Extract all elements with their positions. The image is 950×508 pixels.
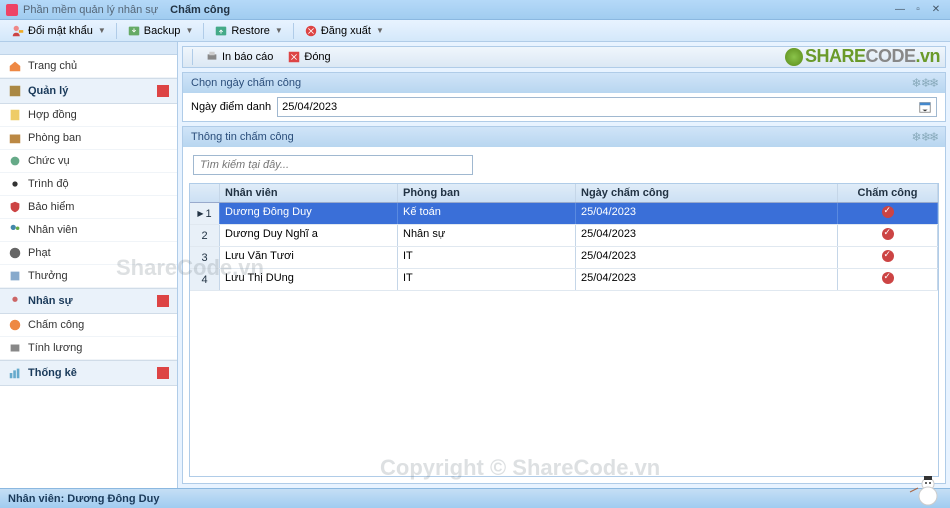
sidebar-group-nhansu[interactable]: Nhân sự (0, 288, 177, 314)
col-rownum[interactable] (190, 184, 220, 202)
print-label: In báo cáo (222, 51, 273, 63)
date-label: Ngày điểm danh (191, 101, 271, 113)
bonus-icon (8, 269, 22, 283)
user-key-icon (11, 24, 25, 38)
table-row[interactable]: 4 Lưu Thị DUng IT 25/04/2023 (190, 269, 938, 291)
titlebar: Phần mềm quản lý nhân sự Chấm công — ▫ ✕ (0, 0, 950, 20)
level-icon (8, 177, 22, 191)
stats-icon (8, 366, 22, 380)
manage-icon (8, 84, 22, 98)
logo-icon (785, 48, 803, 66)
department-icon (8, 131, 22, 145)
table-row[interactable]: 3 Lưu Văn Tươi IT 25/04/2023 (190, 247, 938, 269)
close-icon (287, 50, 301, 64)
position-icon (8, 154, 22, 168)
insurance-icon (8, 200, 22, 214)
calendar-dropdown-icon[interactable] (918, 100, 932, 114)
info-panel: Thông tin chấm công❄ ❄❄ Nhân viên Phòng … (182, 126, 946, 484)
group-badge-icon (157, 367, 169, 379)
backup-icon (127, 24, 141, 38)
close-button[interactable]: ✕ (928, 3, 944, 17)
statusbar: Nhân viên: Dương Đông Duy (0, 488, 950, 508)
sidebar-item-trinhdo[interactable]: Trình độ (0, 173, 177, 196)
check-icon[interactable] (882, 206, 894, 218)
sidebar-item-phat[interactable]: Phạt (0, 242, 177, 265)
sidebar-item-baohiem[interactable]: Bảo hiểm (0, 196, 177, 219)
sidebar-item-home[interactable]: Trang chủ (0, 55, 177, 78)
employee-icon (8, 223, 22, 237)
date-panel-title: Chọn ngày chấm công❄ ❄❄ (183, 73, 945, 93)
sidebar-item-tinhluong[interactable]: Tính lương (0, 337, 177, 360)
logout-button[interactable]: Đăng xuất▼ (299, 22, 389, 40)
sidebar: Trang chủ Quản lý Hợp đồng Phòng ban Chứ… (0, 42, 178, 488)
close-label: Đóng (304, 51, 330, 63)
col-date[interactable]: Ngày chấm công (576, 184, 838, 202)
contract-icon (8, 108, 22, 122)
change-password-label: Đổi mật khẩu (28, 25, 93, 37)
col-dept[interactable]: Phòng ban (398, 184, 576, 202)
home-icon (8, 59, 22, 73)
penalty-icon (8, 246, 22, 260)
date-input-wrapper (277, 97, 937, 117)
sidebar-item-hopdong[interactable]: Hợp đồng (0, 104, 177, 127)
close-panel-button[interactable]: Đóng (282, 48, 335, 66)
snowflake-deco-icon: ❄ ❄❄ (912, 76, 938, 90)
group-badge-icon (157, 85, 169, 97)
search-box (193, 155, 473, 175)
row-indicator: ▶1 (190, 203, 220, 224)
restore-label: Restore (231, 25, 270, 37)
date-panel: Chọn ngày chấm công❄ ❄❄ Ngày điểm danh (182, 72, 946, 122)
status-value: Dương Đông Duy (67, 493, 159, 505)
table-row[interactable]: 2 Dương Duy Nghĩ a Nhân sự 25/04/2023 (190, 225, 938, 247)
sidebar-group-thongke[interactable]: Thống kê (0, 360, 177, 386)
salary-icon (8, 341, 22, 355)
sidebar-item-thuong[interactable]: Thưởng (0, 265, 177, 288)
sidebar-header (0, 42, 177, 55)
active-tab-title: Chấm công (170, 4, 230, 16)
backup-label: Backup (144, 25, 181, 37)
attendance-date-input[interactable] (282, 101, 918, 113)
status-label: Nhân viên: (8, 493, 64, 505)
snowflake-deco-icon: ❄ ❄❄ (912, 130, 938, 144)
attendance-grid: Nhân viên Phòng ban Ngày chấm công Chấm … (189, 183, 939, 477)
sidebar-item-phongban[interactable]: Phòng ban (0, 127, 177, 150)
print-report-button[interactable]: In báo cáo (200, 48, 278, 66)
main-toolbar: Đổi mật khẩu▼ Backup▼ Restore▼ Đăng xuất… (0, 20, 950, 42)
info-panel-title: Thông tin chấm công❄ ❄❄ (183, 127, 945, 147)
restore-button[interactable]: Restore▼ (209, 22, 287, 40)
app-icon (6, 4, 18, 16)
maximize-button[interactable]: ▫ (910, 3, 926, 17)
snowman-icon (900, 472, 940, 508)
logout-icon (304, 24, 318, 38)
restore-icon (214, 24, 228, 38)
sidebar-group-quanly[interactable]: Quản lý (0, 78, 177, 104)
sidebar-item-chamcong[interactable]: Chấm công (0, 314, 177, 337)
main-area: In báo cáo Đóng Chọn ngày chấm công❄ ❄❄ … (178, 42, 950, 488)
logout-label: Đăng xuất (321, 25, 371, 37)
check-icon[interactable] (882, 228, 894, 240)
printer-icon (205, 50, 219, 64)
check-icon[interactable] (882, 250, 894, 262)
sidebar-item-nhanvien[interactable]: Nhân viên (0, 219, 177, 242)
col-name[interactable]: Nhân viên (220, 184, 398, 202)
change-password-button[interactable]: Đổi mật khẩu▼ (6, 22, 111, 40)
app-title: Phần mềm quản lý nhân sự (23, 4, 158, 16)
attendance-icon (8, 318, 22, 332)
grid-header: Nhân viên Phòng ban Ngày chấm công Chấm … (190, 184, 938, 203)
backup-button[interactable]: Backup▼ (122, 22, 199, 40)
table-row[interactable]: ▶1 Dương Đông Duy Kế toán 25/04/2023 (190, 203, 938, 225)
check-icon[interactable] (882, 272, 894, 284)
group-badge-icon (157, 295, 169, 307)
sharecode-logo: SHARECODE.vn (785, 46, 940, 67)
search-input[interactable] (200, 159, 466, 171)
hr-icon (8, 294, 22, 308)
minimize-button[interactable]: — (892, 3, 908, 17)
sidebar-item-chucvu[interactable]: Chức vụ (0, 150, 177, 173)
col-check[interactable]: Chấm công (838, 184, 938, 202)
